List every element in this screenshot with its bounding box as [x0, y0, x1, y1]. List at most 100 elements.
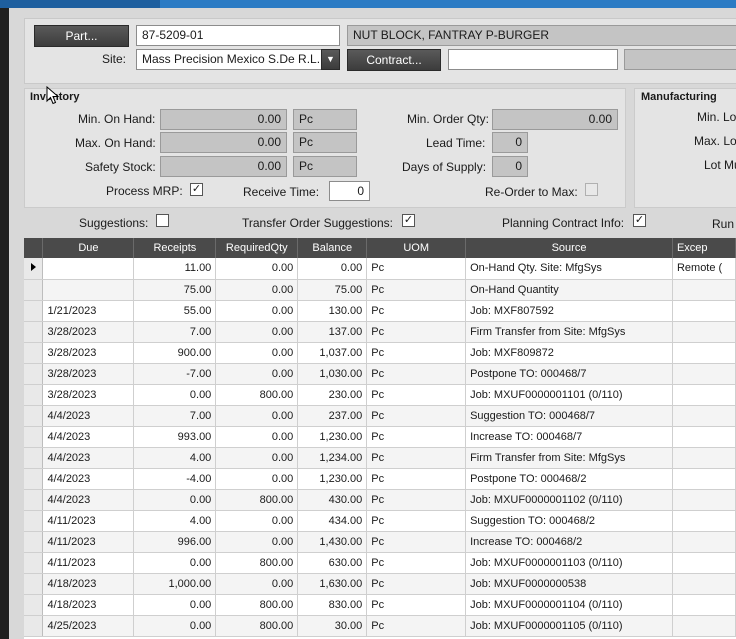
cell-exception[interactable] [672, 531, 736, 553]
cell-uom[interactable]: Pc [366, 342, 467, 364]
table-row[interactable]: 4/4/2023 0.00 800.00 430.00 Pc Job: MXUF00000… [24, 489, 736, 511]
cell-uom[interactable]: Pc [366, 363, 467, 385]
cell-exception[interactable] [672, 342, 736, 364]
cell-source[interactable]: Job: MXF807592 [465, 300, 673, 322]
table-row[interactable]: 4/11/2023 996.00 0.00 1,430.00 Pc Increase TO… [24, 531, 736, 553]
cell-balance[interactable]: 1,234.00 [297, 447, 368, 469]
cell-due[interactable]: 3/28/2023 [42, 321, 135, 343]
cell-uom[interactable]: Pc [366, 552, 467, 574]
row-selector[interactable] [24, 573, 44, 595]
row-selector[interactable] [24, 531, 44, 553]
cell-requiredqty[interactable]: 0.00 [215, 321, 299, 343]
cell-exception[interactable] [672, 594, 736, 616]
cell-balance[interactable]: 137.00 [297, 321, 368, 343]
cell-requiredqty[interactable]: 0.00 [215, 531, 299, 553]
table-row[interactable]: 3/28/2023 900.00 0.00 1,037.00 Pc Job: MXF809… [24, 342, 736, 364]
cell-balance[interactable]: 130.00 [297, 300, 368, 322]
site-dropdown-icon[interactable]: ▼ [321, 49, 340, 70]
cell-balance[interactable]: 75.00 [297, 279, 368, 301]
cell-requiredqty[interactable]: 800.00 [215, 489, 299, 511]
cell-due[interactable]: 4/25/2023 [42, 615, 135, 637]
reorder-to-max-checkbox[interactable] [585, 183, 598, 196]
cell-balance[interactable]: 230.00 [297, 384, 368, 406]
cell-source[interactable]: Postpone TO: 000468/7 [465, 363, 673, 385]
cell-exception[interactable] [672, 573, 736, 595]
row-selector[interactable] [24, 405, 44, 427]
row-selector[interactable] [24, 426, 44, 448]
cell-uom[interactable]: Pc [366, 447, 467, 469]
cell-requiredqty[interactable]: 0.00 [215, 468, 299, 490]
cell-due[interactable]: 1/21/2023 [42, 300, 135, 322]
cell-exception[interactable] [672, 405, 736, 427]
cell-receipts[interactable]: 1,000.00 [133, 573, 217, 595]
table-row[interactable]: 11.00 0.00 0.00 Pc On-Hand Qty. Site: MfgSys… [24, 258, 736, 280]
cell-balance[interactable]: 0.00 [297, 258, 368, 280]
cell-balance[interactable]: 30.00 [297, 615, 368, 637]
column-header-source[interactable]: Source [465, 238, 673, 258]
table-row[interactable]: 4/4/2023 4.00 0.00 1,234.00 Pc Firm Transfer … [24, 447, 736, 469]
cell-requiredqty[interactable]: 0.00 [215, 300, 299, 322]
cell-due[interactable]: 3/28/2023 [42, 363, 135, 385]
cell-balance[interactable]: 830.00 [297, 594, 368, 616]
cell-balance[interactable]: 1,230.00 [297, 468, 368, 490]
cell-receipts[interactable]: 0.00 [133, 384, 217, 406]
cell-uom[interactable]: Pc [366, 531, 467, 553]
table-row[interactable]: 4/4/2023 7.00 0.00 237.00 Pc Suggestion TO: 0… [24, 405, 736, 427]
column-header-due[interactable]: Due [42, 238, 135, 258]
cell-exception[interactable] [672, 615, 736, 637]
cell-due[interactable]: 4/11/2023 [42, 510, 135, 532]
row-selector[interactable] [24, 363, 44, 385]
cell-receipts[interactable]: 900.00 [133, 342, 217, 364]
transfer-order-suggestions-checkbox[interactable]: ✓ [402, 214, 415, 227]
table-row[interactable]: 4/18/2023 1,000.00 0.00 1,630.00 Pc Job: MXUF… [24, 573, 736, 595]
cell-source[interactable]: On-Hand Qty. Site: MfgSys [465, 258, 673, 280]
process-mrp-checkbox[interactable]: ✓ [190, 183, 203, 196]
part-number-field[interactable]: 87-5209-01 [136, 25, 340, 46]
cell-due[interactable]: 3/28/2023 [42, 384, 135, 406]
row-selector[interactable] [24, 615, 44, 637]
cell-source[interactable]: Job: MXUF0000001103 (0/110) [465, 552, 673, 574]
cell-receipts[interactable]: -7.00 [133, 363, 217, 385]
row-selector[interactable] [24, 384, 44, 406]
cell-exception[interactable]: Remote ( [672, 258, 736, 280]
cell-receipts[interactable]: 75.00 [133, 279, 217, 301]
row-selector[interactable] [24, 594, 44, 616]
row-selector[interactable] [24, 510, 44, 532]
row-selector[interactable] [24, 552, 44, 574]
cell-requiredqty[interactable]: 0.00 [215, 447, 299, 469]
cell-receipts[interactable]: -4.00 [133, 468, 217, 490]
cell-uom[interactable]: Pc [366, 573, 467, 595]
site-select[interactable]: Mass Precision Mexico S.De R.L. D [136, 49, 322, 70]
cell-source[interactable]: Job: MXF809872 [465, 342, 673, 364]
cell-uom[interactable]: Pc [366, 510, 467, 532]
cell-source[interactable]: Firm Transfer from Site: MfgSys [465, 321, 673, 343]
cell-balance[interactable]: 430.00 [297, 489, 368, 511]
row-selector[interactable] [24, 258, 44, 280]
cell-receipts[interactable]: 55.00 [133, 300, 217, 322]
cell-exception[interactable] [672, 321, 736, 343]
cell-source[interactable]: Job: MXUF0000001102 (0/110) [465, 489, 673, 511]
cell-requiredqty[interactable]: 0.00 [215, 342, 299, 364]
cell-uom[interactable]: Pc [366, 489, 467, 511]
cell-due[interactable]: 3/28/2023 [42, 342, 135, 364]
cell-receipts[interactable]: 7.00 [133, 405, 217, 427]
row-selector[interactable] [24, 279, 44, 301]
cell-source[interactable]: Postpone TO: 000468/2 [465, 468, 673, 490]
cell-balance[interactable]: 1,430.00 [297, 531, 368, 553]
contract-field[interactable] [448, 49, 618, 70]
cell-receipts[interactable]: 11.00 [133, 258, 217, 280]
cell-balance[interactable]: 1,037.00 [297, 342, 368, 364]
cell-uom[interactable]: Pc [366, 594, 467, 616]
row-selector[interactable] [24, 300, 44, 322]
cell-receipts[interactable]: 7.00 [133, 321, 217, 343]
cell-due[interactable]: 4/11/2023 [42, 552, 135, 574]
cell-source[interactable]: Job: MXUF0000001101 (0/110) [465, 384, 673, 406]
cell-receipts[interactable]: 0.00 [133, 615, 217, 637]
cell-balance[interactable]: 630.00 [297, 552, 368, 574]
cell-uom[interactable]: Pc [366, 615, 467, 637]
cell-receipts[interactable]: 4.00 [133, 447, 217, 469]
cell-source[interactable]: Job: MXUF0000000538 [465, 573, 673, 595]
cell-exception[interactable] [672, 300, 736, 322]
suggestions-checkbox[interactable] [156, 214, 169, 227]
cell-due[interactable]: 4/18/2023 [42, 573, 135, 595]
